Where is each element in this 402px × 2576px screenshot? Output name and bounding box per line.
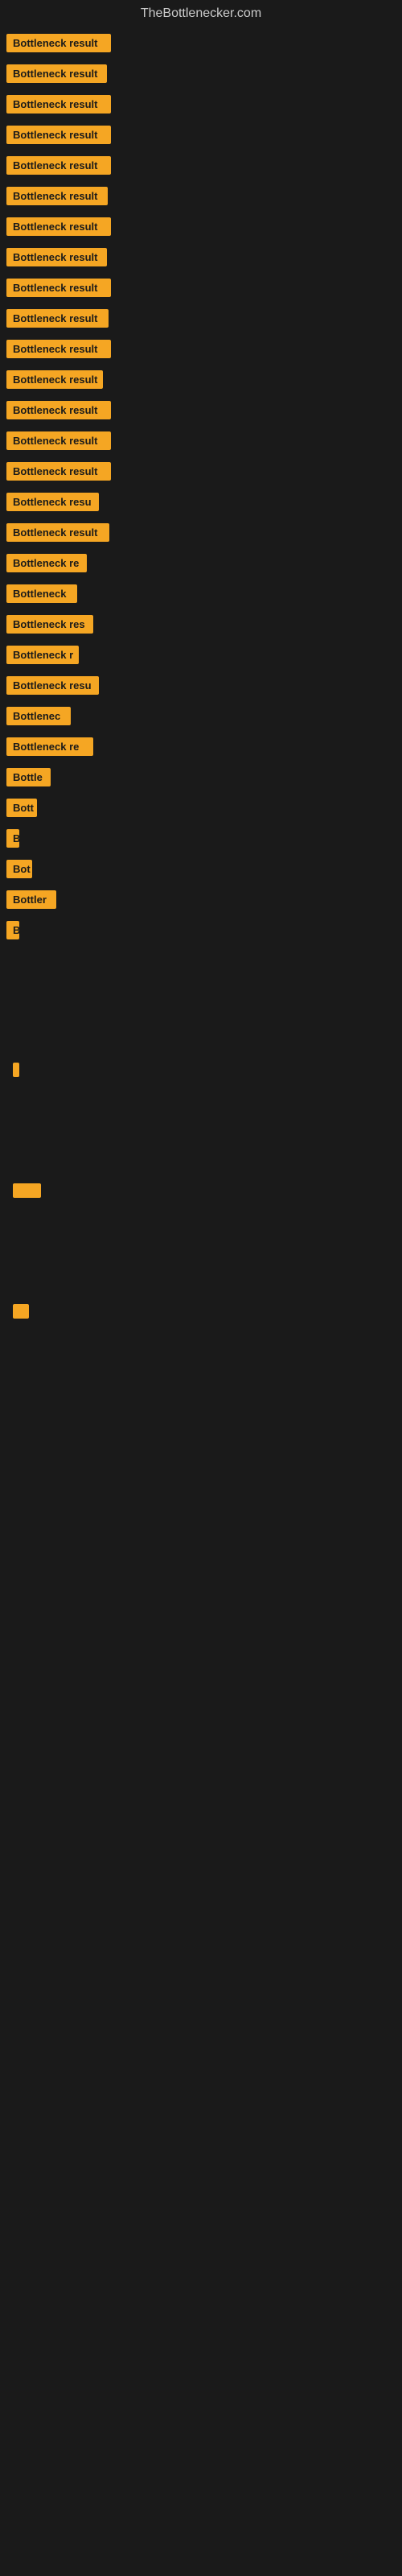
list-item[interactable]: Bottleneck result — [6, 277, 396, 303]
bottleneck-badge: Bottleneck resu — [6, 493, 99, 511]
empty-space-2 — [6, 982, 396, 1014]
empty-space-9 — [6, 1267, 396, 1299]
bottleneck-badge: Bottleneck — [6, 584, 77, 603]
empty-space-4 — [6, 1082, 396, 1114]
bottleneck-badge: Bottleneck re — [6, 737, 93, 756]
bottleneck-badge: Bottleneck result — [6, 34, 111, 52]
list-item[interactable]: Bottleneck result — [6, 369, 396, 394]
bottleneck-badge: Bott — [6, 799, 37, 817]
list-item[interactable]: Bottleneck result — [6, 246, 396, 272]
list-item[interactable]: Bottleneck result — [6, 460, 396, 486]
list-item[interactable]: Bottleneck resu — [6, 491, 396, 517]
bottleneck-badge: Bottleneck result — [6, 431, 111, 450]
list-item[interactable]: Bottleneck res — [6, 613, 396, 639]
list-item[interactable]: Bottleneck resu — [6, 675, 396, 700]
list-item[interactable]: Bottleneck result — [6, 308, 396, 333]
bottleneck-badge: Bottleneck result — [6, 248, 107, 266]
list-item[interactable]: Bottleneck result — [6, 32, 396, 58]
bottleneck-badge: Bottleneck re — [6, 554, 87, 572]
empty-space-8 — [6, 1235, 396, 1267]
bottleneck-badge: Bottleneck res — [6, 615, 93, 634]
list-item[interactable]: Bottleneck result — [6, 522, 396, 547]
empty-space-1 — [6, 950, 396, 982]
list-item[interactable]: Bottleneck result — [6, 216, 396, 242]
bottleneck-badge: Bottleneck result — [6, 370, 103, 389]
indicator-bar-1 — [13, 1063, 19, 1077]
bottleneck-badge: Bottleneck result — [6, 309, 109, 328]
list-item[interactable]: Bottleneck result — [6, 155, 396, 180]
site-title: TheBottlenecker.com — [0, 0, 402, 29]
list-item[interactable]: Bottleneck result — [6, 338, 396, 364]
empty-space-3 — [6, 1014, 396, 1046]
bottleneck-badge: Bottleneck result — [6, 462, 111, 481]
bottleneck-list: Bottleneck result Bottleneck result Bott… — [0, 29, 402, 1327]
list-item[interactable]: Bottler — [6, 889, 396, 914]
list-item[interactable]: Bot — [6, 858, 396, 884]
list-item[interactable]: Bottleneck result — [6, 430, 396, 456]
bottleneck-badge: Bottler — [6, 890, 56, 909]
bottleneck-badge: Bottleneck result — [6, 401, 111, 419]
bottleneck-badge: Bottleneck result — [6, 340, 111, 358]
site-title-bar: TheBottlenecker.com — [0, 0, 402, 29]
empty-space-5 — [6, 1114, 396, 1146]
bottleneck-badge: Bottleneck result — [6, 523, 109, 542]
bottleneck-badge: Bottleneck result — [6, 126, 111, 144]
list-item[interactable]: Bottle — [6, 766, 396, 792]
bottleneck-badge: Bot — [6, 860, 32, 878]
list-item[interactable]: Bottleneck result — [6, 63, 396, 89]
empty-space-6 — [6, 1146, 396, 1179]
bottleneck-badge: B — [6, 921, 19, 939]
bottleneck-badge: Bottleneck result — [6, 64, 107, 83]
bottleneck-badge: Bottleneck resu — [6, 676, 99, 695]
bottleneck-badge: Bottleneck result — [6, 95, 111, 114]
indicator-bar-2 — [13, 1183, 41, 1198]
list-item[interactable]: Bottleneck result — [6, 93, 396, 119]
bottleneck-badge: Bottleneck r — [6, 646, 79, 664]
bottleneck-badge: B — [6, 829, 19, 848]
bottleneck-badge: Bottle — [6, 768, 51, 786]
list-item[interactable]: B — [6, 919, 396, 945]
bottleneck-badge: Bottleneck result — [6, 279, 111, 297]
list-item[interactable]: Bott — [6, 797, 396, 823]
list-item[interactable]: Bottleneck re — [6, 736, 396, 762]
list-item[interactable]: Bottlenec — [6, 705, 396, 731]
bottom-indicator-area — [6, 1063, 396, 1319]
bottleneck-badge: Bottleneck result — [6, 156, 111, 175]
list-item[interactable]: Bottleneck re — [6, 552, 396, 578]
list-item[interactable]: B — [6, 828, 396, 853]
empty-space-7 — [6, 1203, 396, 1235]
list-item[interactable]: Bottleneck r — [6, 644, 396, 670]
list-item[interactable]: Bottleneck result — [6, 124, 396, 150]
indicator-bar-3 — [13, 1304, 29, 1319]
bottleneck-badge: Bottleneck result — [6, 217, 111, 236]
list-item[interactable]: Bottleneck result — [6, 399, 396, 425]
bottleneck-badge: Bottlenec — [6, 707, 71, 725]
bottleneck-badge: Bottleneck result — [6, 187, 108, 205]
list-item[interactable]: Bottleneck result — [6, 185, 396, 211]
list-item[interactable]: Bottleneck — [6, 583, 396, 609]
